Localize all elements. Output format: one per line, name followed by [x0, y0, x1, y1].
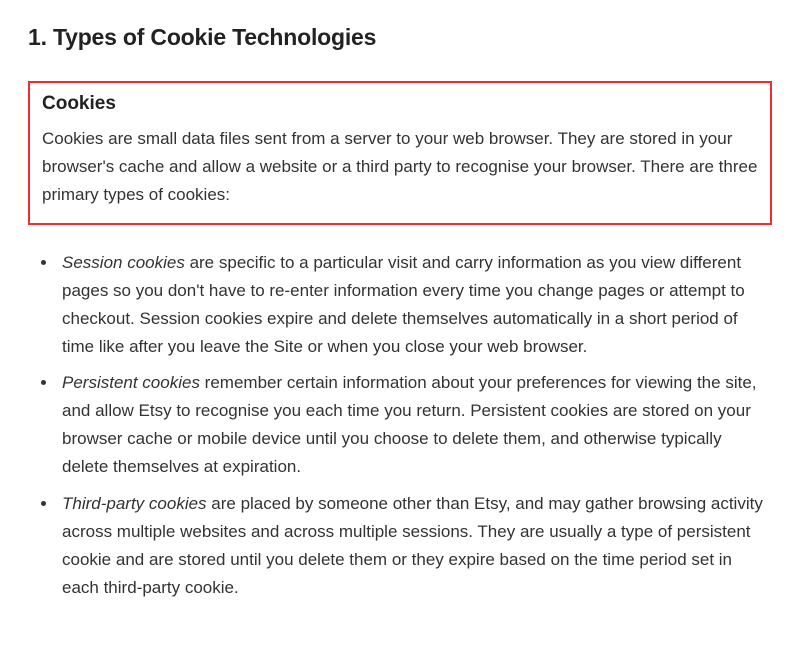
- cookie-term: Persistent cookies: [62, 373, 200, 392]
- list-item: Third-party cookies are placed by someon…: [58, 490, 772, 602]
- section-heading: 1. Types of Cookie Technologies: [28, 24, 772, 51]
- list-item: Session cookies are specific to a partic…: [58, 249, 772, 361]
- box-body: Cookies are small data files sent from a…: [42, 125, 758, 209]
- cookies-definition-box: Cookies Cookies are small data files sen…: [28, 81, 772, 225]
- box-title: Cookies: [42, 93, 758, 115]
- cookie-term: Third-party cookies: [62, 494, 207, 513]
- cookie-term: Session cookies: [62, 253, 185, 272]
- list-item: Persistent cookies remember certain info…: [58, 369, 772, 481]
- cookie-types-list: Session cookies are specific to a partic…: [30, 249, 772, 602]
